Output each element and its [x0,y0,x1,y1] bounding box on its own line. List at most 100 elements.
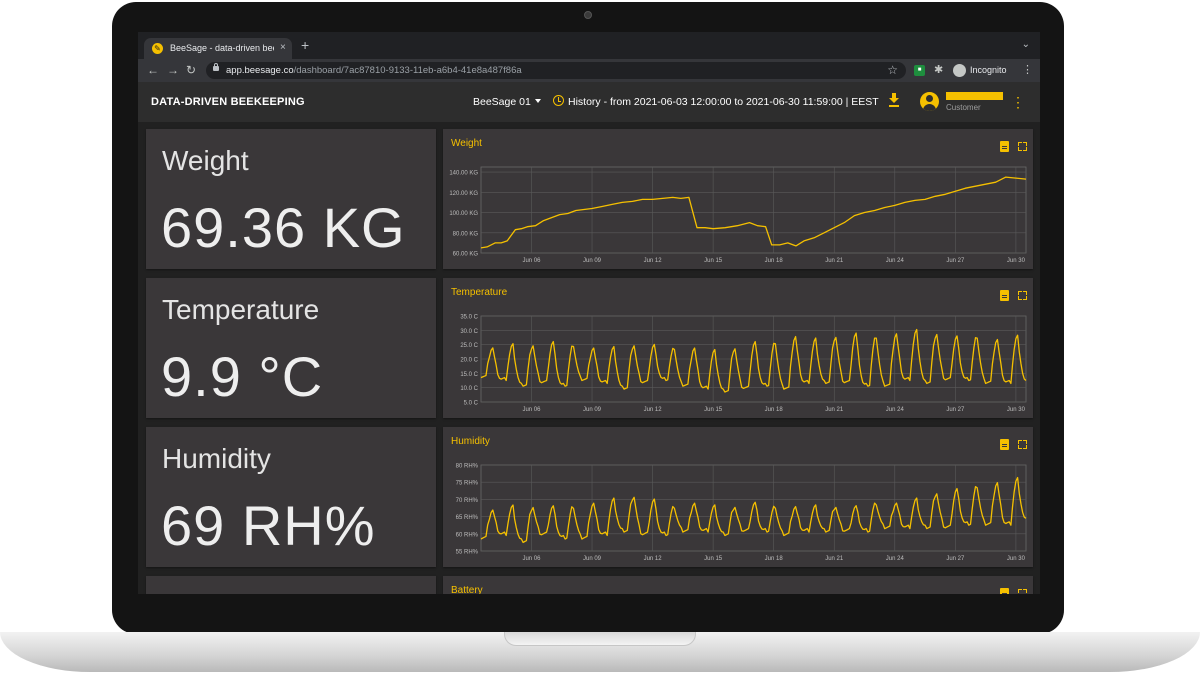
battery-chart-title: Battery [451,585,483,594]
weight-chart: 60.00 KG 80.00 KG 100.00 KG 120.00 KG 140.00… [449,166,1027,264]
humidity-chart-card: 55 RH% 60 RH% 65 RH% 70 RH% 75 RH% 80 RH% Jun … [443,427,1033,567]
x-tick-label: Jun 12 [644,258,663,264]
webcam-icon [584,11,592,19]
fullscreen-icon[interactable] [1018,589,1027,594]
caret-down-icon [534,99,541,103]
x-tick-label: Jun 21 [825,407,844,413]
plot-frame [480,464,1027,552]
download-icon[interactable] [888,93,900,107]
weight-chart-card: 60.00 KG 80.00 KG 100.00 KG 120.00 KG 140.00… [443,129,1033,269]
y-tick-label: 60 RH% [456,532,479,538]
humidity-value: 69 RH% [161,494,376,557]
temperature-value: 9.9 °C [161,345,324,408]
x-tick-label: Jun 24 [886,407,905,413]
y-tick-label: 60.00 KG [453,252,479,258]
laptop-base-notch [504,632,696,646]
bookmark-star-icon[interactable]: ☆ [887,63,898,77]
lock-icon [213,63,219,71]
new-tab-icon[interactable]: + [301,38,309,52]
x-tick-label: Jun 24 [886,258,905,264]
export-file-icon[interactable] [1000,141,1009,152]
humidity-series-line [480,476,1027,544]
user-role: Customer [946,103,981,112]
x-tick-label: Jun 18 [765,407,784,413]
export-file-icon[interactable] [1000,439,1009,450]
x-tick-label: Jun 27 [946,556,965,562]
y-tick-label: 65 RH% [456,515,479,521]
browser-tab[interactable]: ✎ BeeSage - data-driven beekeeping × [144,38,292,59]
beesage-favicon-icon: ✎ [152,43,163,54]
export-file-icon[interactable] [1000,588,1009,594]
x-tick-label: Jun 06 [522,258,541,264]
reload-icon[interactable]: ↻ [186,63,196,77]
x-tick-label: Jun 06 [522,407,541,413]
x-tick-label: Jun 18 [765,258,784,264]
y-tick-label: 20.0 C [460,358,478,364]
tab-close-icon[interactable]: × [280,42,286,53]
app-menu-icon[interactable]: ⋮ [1011,95,1025,109]
extension-icon[interactable]: ■ [914,65,925,76]
extensions-puzzle-icon[interactable]: ✱ [934,63,943,76]
x-tick-label: Jun 21 [825,258,844,264]
x-tick-label: Jun 27 [946,407,965,413]
export-file-icon[interactable] [1000,290,1009,301]
x-tick-label: Jun 09 [583,258,602,264]
weight-card: Weight 69.36 KG [146,129,436,269]
x-tick-label: Jun 30 [1007,258,1026,264]
url-text: app.beesage.co/dashboard/7ac87810-9133-1… [226,65,522,76]
x-tick-label: Jun 15 [704,556,723,562]
x-tick-label: Jun 12 [644,407,663,413]
y-tick-label: 25.0 C [460,343,478,349]
y-tick-label: 120.00 KG [449,191,478,197]
history-range[interactable]: History - from 2021-06-03 12:00:00 to 20… [568,96,879,108]
browser-menu-icon[interactable]: ⋮ [1022,63,1033,76]
screen: ✎ BeeSage - data-driven beekeeping × + ⌄… [138,32,1040,594]
temperature-title: Temperature [162,294,320,325]
x-tick-label: Jun 27 [946,258,965,264]
tab-title: BeeSage - data-driven beekeeping [170,43,274,53]
fullscreen-icon[interactable] [1018,291,1027,300]
temperature-card: Temperature 9.9 °C [146,278,436,418]
humidity-card: Humidity 69 RH% [146,427,436,567]
y-tick-label: 35.0 C [460,315,478,321]
y-tick-label: 5.0 C [464,401,479,407]
x-tick-label: Jun 30 [1007,556,1026,562]
x-tick-label: Jun 09 [583,407,602,413]
y-tick-label: 80.00 KG [453,231,479,237]
browser-tabstrip: ✎ BeeSage - data-driven beekeeping × + ⌄ [138,32,1040,59]
x-tick-label: Jun 15 [704,258,723,264]
plot-frame [480,166,1027,254]
x-tick-label: Jun 24 [886,556,905,562]
temperature-chart-title: Temperature [451,287,508,298]
y-tick-label: 15.0 C [460,372,478,378]
forward-arrow-icon[interactable]: → [167,63,179,77]
clock-icon [553,95,564,106]
user-avatar-icon[interactable] [920,92,939,111]
y-tick-label: 75 RH% [456,481,479,487]
app-header: DATA-DRIVEN BEEKEEPING BeeSage 01 Histor… [138,82,1040,122]
y-tick-label: 55 RH% [456,550,479,556]
fullscreen-icon[interactable] [1018,142,1027,151]
humidity-chart: 55 RH% 60 RH% 65 RH% 70 RH% 75 RH% 80 RH% Jun … [456,464,1027,562]
y-tick-label: 30.0 C [460,329,478,335]
x-tick-label: Jun 12 [644,556,663,562]
humidity-chart-title: Humidity [451,436,490,447]
temperature-series-line [480,328,1027,393]
incognito-icon [953,64,966,77]
x-tick-label: Jun 21 [825,556,844,562]
incognito-label: Incognito [970,65,1007,75]
battery-card [146,576,436,594]
fullscreen-icon[interactable] [1018,440,1027,449]
y-tick-label: 140.00 KG [449,171,478,177]
tab-search-chevron-icon[interactable]: ⌄ [1022,39,1030,50]
battery-chart-card: Battery [443,576,1033,594]
x-tick-label: Jun 18 [765,556,784,562]
address-bar[interactable]: app.beesage.co/dashboard/7ac87810-9133-1… [206,62,906,79]
temperature-chart: 5.0 C 10.0 C 15.0 C 20.0 C 25.0 C 30.0 C 35.0 … [460,315,1027,413]
weight-title: Weight [162,145,249,176]
weight-value: 69.36 KG [161,196,406,259]
device-selector[interactable]: BeeSage 01 [473,96,541,108]
back-arrow-icon[interactable]: ← [147,63,159,77]
temperature-chart-card: 5.0 C 10.0 C 15.0 C 20.0 C 25.0 C 30.0 C 35.0 … [443,278,1033,418]
y-tick-label: 70 RH% [456,498,479,504]
